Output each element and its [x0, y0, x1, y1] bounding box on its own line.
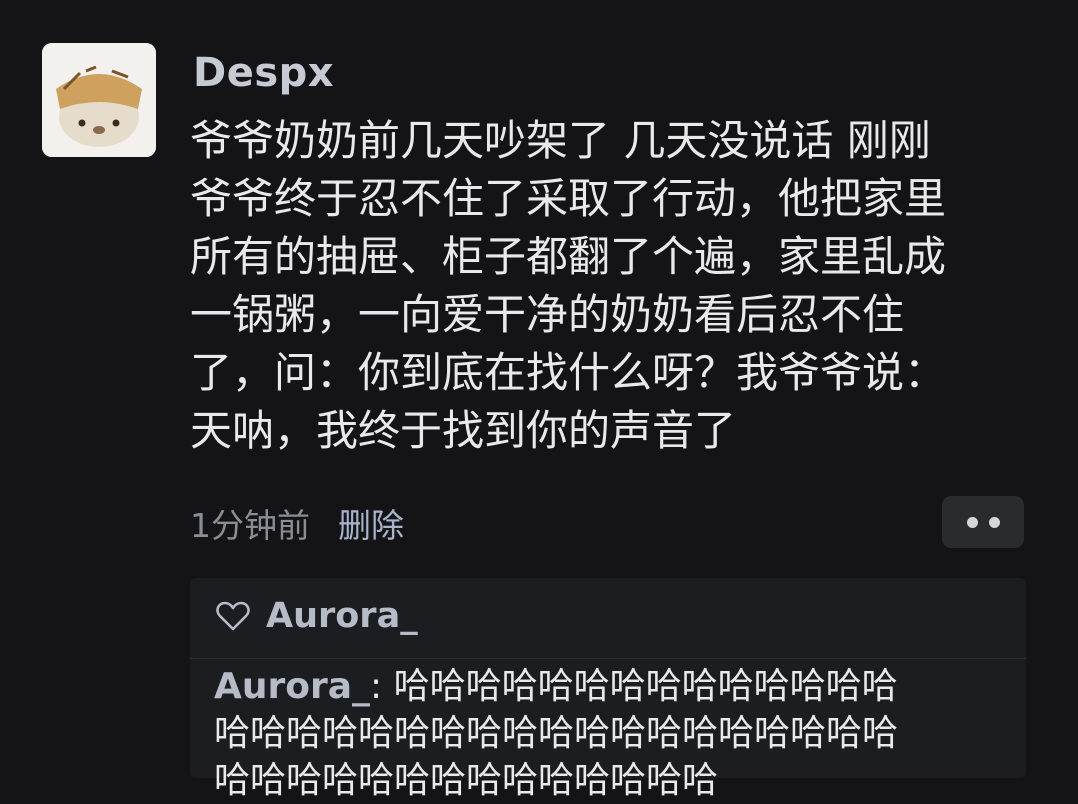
reply-comment[interactable]: Aurora_: 哈哈哈哈哈哈哈哈哈哈哈哈哈哈 哈哈哈哈哈哈哈哈哈哈哈哈哈哈哈哈… [214, 663, 1014, 804]
divider [190, 658, 1026, 659]
like-row: Aurora_ [216, 596, 418, 636]
avatar[interactable] [42, 43, 156, 157]
reply-line: 哈哈哈哈哈哈哈哈哈哈哈哈哈哈哈哈哈哈哈 [214, 713, 899, 754]
reply-separator: : [370, 666, 383, 707]
post-meta: 1分钟前 删除 [190, 499, 404, 547]
reply-line: 哈哈哈哈哈哈哈哈哈哈哈哈哈哈 [214, 760, 719, 801]
post-line: 天呐，我终于找到你的声音了 [190, 406, 737, 455]
post-line: 所有的抽屉、柜子都翻了个遍，家里乱成 [190, 232, 947, 281]
more-dots-icon [988, 516, 1000, 528]
reply-line: Aurora_: 哈哈哈哈哈哈哈哈哈哈哈哈哈哈 [214, 663, 1014, 710]
heart-icon[interactable] [216, 601, 250, 631]
post-line: 爷爷奶奶前几天吵架了 几天没说话 刚刚 [190, 116, 931, 165]
bear-avatar-icon [42, 43, 156, 157]
delete-button[interactable]: 删除 [338, 499, 404, 547]
post-line: 了，问：你到底在找什么呀？我爷爷说： [190, 348, 947, 397]
post-line: 一锅粥，一向爱干净的奶奶看后忍不住 [190, 290, 905, 339]
post-line: 爷爷终于忍不住了采取了行动，他把家里 [190, 174, 947, 223]
liker-name[interactable]: Aurora_ [266, 596, 418, 636]
reply-section: Aurora_ Aurora_: 哈哈哈哈哈哈哈哈哈哈哈哈哈哈 哈哈哈哈哈哈哈哈… [190, 578, 1026, 801]
post-time: 1分钟前 [190, 506, 310, 545]
more-button[interactable] [942, 496, 1024, 548]
post-author[interactable]: Despx [193, 50, 334, 96]
post-content: 爷爷奶奶前几天吵架了 几天没说话 刚刚 爷爷终于忍不住了采取了行动，他把家里 所… [190, 112, 1030, 460]
reply-text-segment: 哈哈哈哈哈哈哈哈哈哈哈哈哈哈 [393, 666, 898, 707]
more-dots-icon [966, 516, 978, 528]
reply-author[interactable]: Aurora_ [214, 666, 370, 707]
